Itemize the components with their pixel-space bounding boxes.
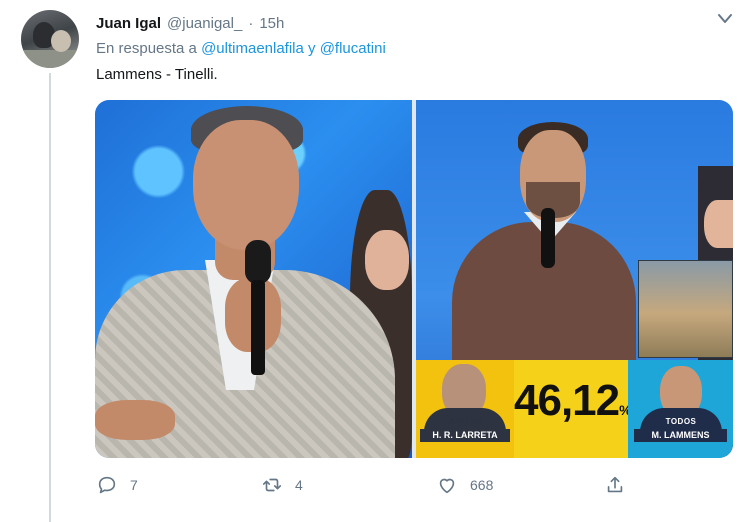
photo-left[interactable] bbox=[95, 100, 412, 458]
reply-mention-1[interactable]: @ultimaenlafila bbox=[201, 40, 304, 57]
author-name[interactable]: Juan Igal bbox=[96, 15, 161, 32]
candidate-right-panel: TODOS M. LAMMENS bbox=[628, 360, 733, 458]
reply-mention-2[interactable]: @flucatini bbox=[320, 40, 386, 57]
tweet-header: Juan Igal @juanigal_ · 15h bbox=[96, 13, 284, 33]
results-banner: JUNTOS H. R. LARRETA 46,12% TODOS M. LAM… bbox=[416, 360, 733, 458]
like-icon bbox=[439, 478, 455, 494]
right-candidate: M. LAMMENS bbox=[634, 429, 727, 442]
reply-button[interactable]: 7 bbox=[96, 472, 138, 498]
vote-percentage: 46,12% bbox=[514, 376, 632, 426]
like-button[interactable]: 668 bbox=[436, 472, 493, 498]
retweet-button[interactable]: 4 bbox=[261, 472, 303, 498]
retweet-count: 4 bbox=[295, 477, 303, 493]
chevron-down-icon[interactable] bbox=[716, 11, 734, 27]
left-candidate: H. R. LARRETA bbox=[420, 429, 510, 442]
thread-line bbox=[49, 73, 51, 522]
left-alliance: JUNTOS bbox=[447, 417, 483, 426]
tweet[interactable]: Juan Igal @juanigal_ · 15h En respuesta … bbox=[0, 0, 750, 522]
avatar[interactable] bbox=[21, 10, 79, 68]
reply-prefix: En respuesta a bbox=[96, 40, 197, 57]
candidate-left-panel: JUNTOS H. R. LARRETA bbox=[416, 360, 514, 458]
reply-joiner: y bbox=[308, 40, 316, 57]
timestamp[interactable]: 15h bbox=[259, 15, 284, 32]
share-icon bbox=[607, 476, 623, 493]
like-count: 668 bbox=[470, 477, 494, 493]
percentage-value: 46,12 bbox=[514, 376, 620, 425]
right-alliance: TODOS bbox=[665, 417, 697, 426]
tweet-text: Lammens - Tinelli. bbox=[96, 66, 218, 83]
tweet-actions: 7 4 668 bbox=[96, 472, 656, 498]
reply-context: En respuesta a @ultimaenlafila y @flucat… bbox=[96, 40, 386, 57]
reply-count: 7 bbox=[130, 477, 138, 493]
media-grid: JUNTOS H. R. LARRETA 46,12% TODOS M. LAM… bbox=[95, 100, 733, 458]
author-handle[interactable]: @juanigal_ bbox=[167, 15, 242, 32]
separator: · bbox=[248, 14, 254, 32]
share-button[interactable] bbox=[604, 472, 626, 498]
retweet-icon bbox=[262, 478, 282, 492]
reply-icon bbox=[98, 476, 116, 494]
